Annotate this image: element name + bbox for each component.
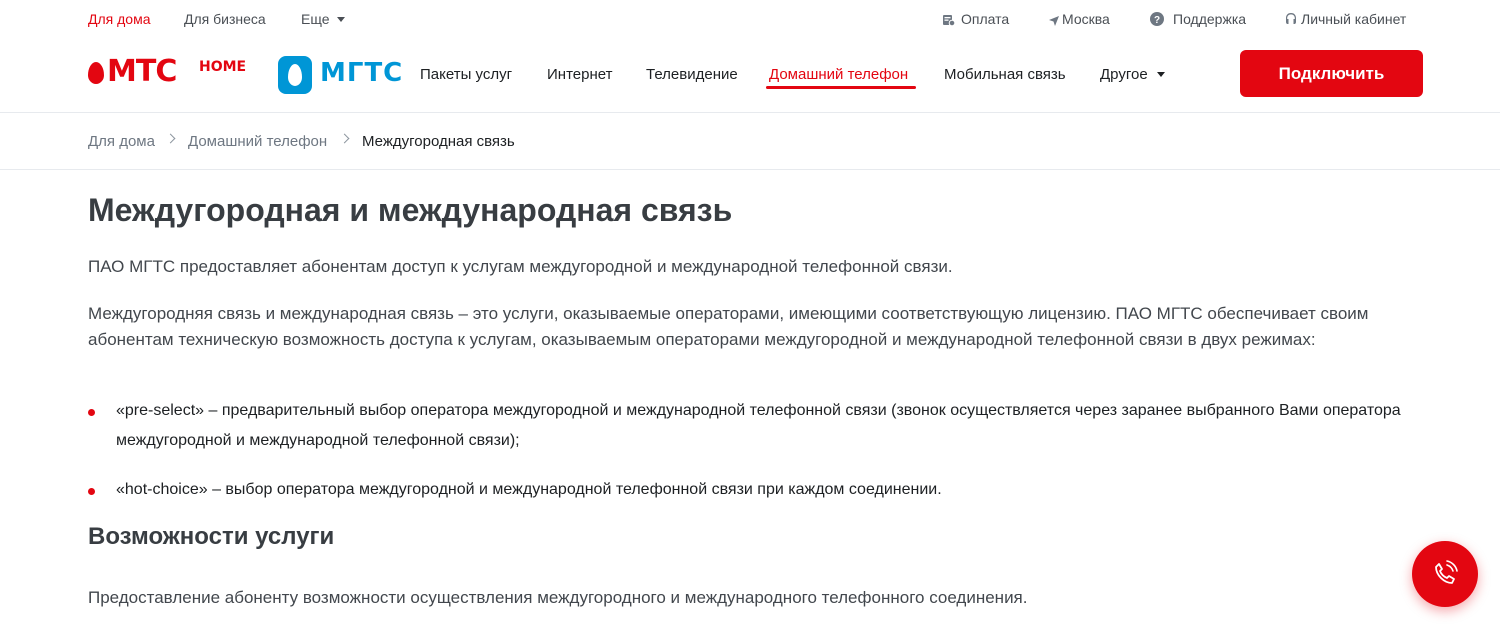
mts-egg-icon xyxy=(88,62,104,84)
topbar-link-account-label: Личный кабинет xyxy=(1301,11,1407,27)
breadcrumb: Для дома Домашний телефон Междугородная … xyxy=(0,113,1500,170)
list-item: «hot-choice» – выбор оператора междугоро… xyxy=(116,481,942,498)
mgts-egg-icon xyxy=(278,56,312,94)
topbar-link-city-label: Москва xyxy=(1062,11,1110,27)
breadcrumb-current: Междугородная связь xyxy=(362,133,515,150)
page-title: Междугородная и международная связь xyxy=(88,192,733,228)
breadcrumb-home-phone[interactable]: Домашний телефон xyxy=(188,133,327,150)
topbar-link-payment-label: Оплата xyxy=(961,11,1010,27)
svg-text:?: ? xyxy=(1154,15,1160,26)
question-circle-icon: ? xyxy=(1150,12,1164,29)
nav-item-other-label: Другое xyxy=(1100,66,1148,83)
intro-paragraph: ПАО МГТС предоставляет абонентам доступ … xyxy=(88,257,953,276)
topbar-link-more-label: Еще xyxy=(301,11,330,27)
breadcrumb-home[interactable]: Для дома xyxy=(88,133,155,150)
list-bullet xyxy=(88,488,95,495)
topbar-link-support-label: Поддержка xyxy=(1173,11,1247,27)
topbar-link-home[interactable]: Для дома xyxy=(88,11,151,27)
mgts-logo-text: МГТС xyxy=(320,58,404,88)
description-paragraph: Междугородняя связь и международная связ… xyxy=(88,304,1369,349)
topbar-link-city[interactable]: Москва xyxy=(1049,11,1110,29)
main-header: МТС HOME МГТС Пакеты услуг Интернет Теле… xyxy=(0,40,1500,113)
list-bullet xyxy=(88,409,95,416)
topbar-link-payment[interactable]: Оплата xyxy=(943,11,1009,29)
user-icon xyxy=(1284,12,1298,29)
topbar-link-support[interactable]: ? Поддержка xyxy=(1150,11,1246,29)
list-item: «pre-select» – предварительный выбор опе… xyxy=(116,402,1401,449)
nav-item-packages[interactable]: Пакеты услуг xyxy=(420,66,512,83)
top-utility-bar: Для дома Для бизнеса Еще Оплата Москва ?… xyxy=(0,0,1500,40)
topbar-link-business[interactable]: Для бизнеса xyxy=(184,11,266,27)
connect-button[interactable]: Подключить xyxy=(1240,50,1423,97)
wallet-icon xyxy=(943,13,956,29)
phone-call-icon xyxy=(1435,560,1458,584)
mts-logo-text: МТС xyxy=(107,54,177,89)
chevron-down-icon xyxy=(336,17,345,22)
active-nav-underline xyxy=(766,86,916,89)
topbar-link-more[interactable]: Еще xyxy=(301,11,345,27)
features-paragraph: Предоставление абоненту возможности осущ… xyxy=(88,588,1028,607)
topbar-link-account[interactable]: Личный кабинет xyxy=(1284,11,1406,29)
features-heading: Возможности услуги xyxy=(88,523,335,550)
mts-logo-suffix: HOME xyxy=(199,59,247,75)
nav-item-tv[interactable]: Телевидение xyxy=(646,66,738,83)
nav-item-mobile[interactable]: Мобильная связь xyxy=(944,66,1066,83)
nav-item-other[interactable]: Другое xyxy=(1100,66,1165,83)
chevron-right-icon xyxy=(339,133,350,144)
nav-item-home-phone[interactable]: Домашний телефон xyxy=(769,66,908,83)
location-arrow-icon xyxy=(1049,13,1059,29)
call-button[interactable] xyxy=(1412,541,1478,607)
nav-item-internet[interactable]: Интернет xyxy=(547,66,612,83)
chevron-right-icon xyxy=(165,133,176,144)
chevron-down-icon xyxy=(1156,72,1165,77)
